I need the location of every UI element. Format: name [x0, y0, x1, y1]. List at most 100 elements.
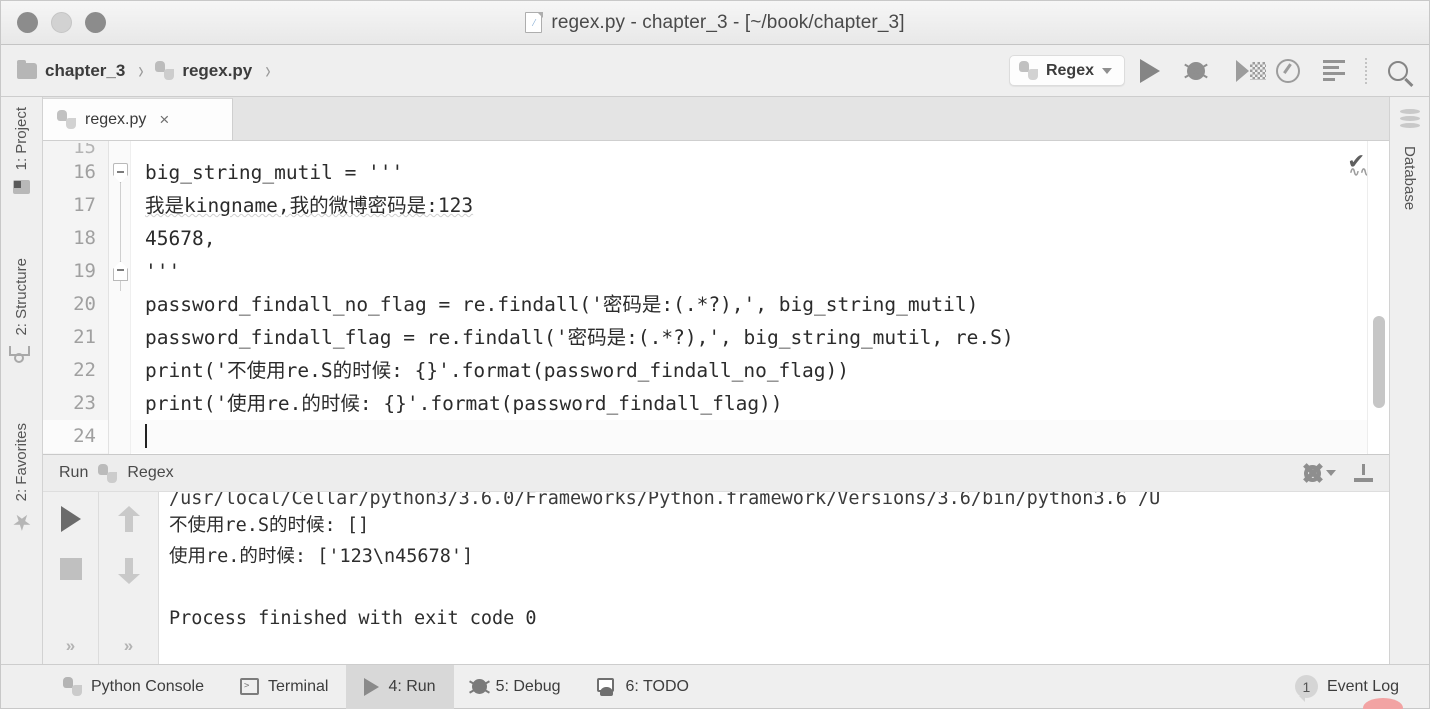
line-number: 24	[43, 420, 108, 453]
status-item-run[interactable]: 4: Run	[346, 664, 454, 709]
run-coverage-button[interactable]	[1221, 51, 1266, 91]
editor-scrollbar[interactable]	[1367, 141, 1389, 454]
tab-strip-filler	[233, 98, 1389, 140]
close-button[interactable]	[17, 12, 38, 33]
coverage-icon	[1235, 59, 1266, 82]
breadcrumb-separator: ›	[138, 56, 144, 84]
console-line: Process finished with exit code 0	[169, 608, 537, 629]
tab-label: regex.py	[85, 110, 147, 128]
run-panel-actions	[1304, 464, 1389, 482]
code-editor[interactable]: 15 16 17 18 19 20 21 22 23 24 big_string…	[43, 141, 1389, 454]
breadcrumb-separator-2: ›	[265, 56, 271, 84]
debug-button[interactable]	[1175, 51, 1217, 91]
search-icon	[1388, 60, 1408, 81]
play-icon	[1140, 58, 1160, 83]
profile-icon	[1276, 58, 1300, 83]
run-with-console-button[interactable]	[1313, 51, 1355, 91]
window-title: regex.py - chapter_3 - [~/book/chapter_3…	[551, 11, 905, 33]
expand-nav-gutter-button[interactable]: »	[124, 636, 133, 656]
run-actions-gutter: »	[43, 492, 99, 664]
breadcrumb-item-chapter_3[interactable]: chapter_3	[15, 59, 127, 83]
scroll-to-end-icon[interactable]	[1354, 464, 1373, 482]
fold-region-end-icon[interactable]	[113, 261, 128, 281]
sidebar-item-database[interactable]: Database	[1401, 136, 1418, 220]
right-tool-strip: Database	[1389, 97, 1429, 664]
code-line: 45678,	[145, 227, 216, 250]
main-body: 1: Project 2: Structure 2: Favorites ★ r…	[1, 97, 1429, 664]
status-item-label: Terminal	[267, 677, 329, 695]
star-icon: ★	[11, 510, 32, 536]
window-controls	[1, 12, 106, 33]
sidebar-item-favorites[interactable]: 2: Favorites	[13, 413, 30, 511]
chevron-down-icon	[1102, 67, 1112, 74]
status-item-label: Python Console	[91, 677, 204, 695]
database-label: Database	[1401, 146, 1418, 211]
console-line: /usr/local/Cellar/python3/3.6.0/Framewor…	[169, 492, 1161, 509]
code-folding-gutter[interactable]	[109, 141, 131, 454]
profile-button[interactable]	[1267, 51, 1309, 91]
python-icon	[98, 463, 118, 483]
code-text-area[interactable]: big_string_mutil = ''' 我是kingname,我的微博密码…	[131, 141, 1389, 454]
prev-occurrence-button[interactable]	[117, 506, 140, 558]
line-number-gutter: 15 16 17 18 19 20 21 22 23 24	[43, 141, 109, 454]
line-number: 15	[73, 143, 96, 156]
status-item-terminal[interactable]: > Terminal	[222, 665, 346, 709]
console-output[interactable]: /usr/local/Cellar/python3/3.6.0/Framewor…	[159, 492, 1389, 664]
window-title-group: / regex.py - chapter_3 - [~/book/chapter…	[1, 11, 1429, 34]
status-bar: Python Console > Terminal 4: Run 5: Debu…	[1, 664, 1429, 709]
settings-button[interactable]	[1304, 464, 1336, 482]
python-file-icon: /	[525, 11, 543, 33]
run-navigation-gutter: »	[99, 492, 159, 664]
pycharm-window: / regex.py - chapter_3 - [~/book/chapter…	[0, 0, 1430, 709]
code-line-current	[131, 420, 1389, 453]
line-number: 17	[73, 194, 96, 216]
close-icon[interactable]: ×	[159, 110, 169, 130]
status-item-event-log[interactable]: 1 Event Log	[1277, 665, 1429, 709]
sidebar-item-project[interactable]: 1: Project	[13, 97, 30, 180]
status-item-label: 5: Debug	[495, 677, 561, 695]
code-line: '''	[145, 260, 181, 283]
status-item-python-console[interactable]: Python Console	[45, 665, 222, 709]
navigation-bar: chapter_3 › regex.py › Regex	[1, 45, 1429, 97]
main-toolbar: Regex	[1008, 51, 1419, 91]
minimize-button[interactable]	[51, 12, 72, 33]
status-item-todo[interactable]: 6: TODO	[579, 665, 707, 709]
code-line: password_findall_flag = re.findall('密码是:…	[145, 326, 1014, 349]
run-panel-config-name: Regex	[127, 464, 174, 481]
python-file-icon	[155, 61, 175, 80]
zoom-button[interactable]	[85, 12, 106, 33]
console-line: 不使用re.S的时候: []	[169, 515, 370, 536]
play-icon	[364, 677, 380, 696]
status-item-label: 4: Run	[388, 677, 436, 695]
bug-icon	[1187, 61, 1205, 80]
breadcrumb-item-regex-py[interactable]: regex.py	[153, 59, 254, 83]
line-number: 19	[73, 260, 96, 282]
arrow-down-icon	[117, 558, 140, 584]
run-button[interactable]	[1129, 51, 1171, 91]
line-number: 16	[73, 161, 96, 183]
python-icon	[63, 677, 82, 696]
tab-regex-py[interactable]: regex.py ×	[43, 98, 233, 140]
expand-gutter-button[interactable]: »	[66, 636, 75, 656]
line-number: 23	[73, 392, 96, 414]
run-configuration-selector[interactable]: Regex	[1008, 55, 1125, 86]
rerun-button[interactable]	[60, 506, 81, 558]
python-file-icon	[57, 110, 76, 129]
search-button[interactable]	[1377, 51, 1419, 91]
sidebar-item-structure[interactable]: 2: Structure	[13, 248, 30, 346]
console-line: 使用re.的时候: ['123\n45678']	[169, 546, 474, 567]
left-tool-strip: 1: Project 2: Structure 2: Favorites ★	[1, 97, 43, 664]
breadcrumb-label: chapter_3	[45, 60, 126, 80]
fold-region-start-icon[interactable]	[113, 163, 128, 183]
next-occurrence-button[interactable]	[117, 558, 140, 610]
gear-icon	[1304, 464, 1321, 482]
run-configuration-label: Regex	[1045, 61, 1094, 79]
text-caret	[145, 424, 147, 448]
python-icon	[1018, 61, 1038, 80]
stop-square-icon	[59, 558, 82, 580]
status-item-debug[interactable]: 5: Debug	[454, 665, 579, 709]
scrollbar-thumb[interactable]	[1373, 316, 1385, 408]
stop-button[interactable]	[59, 558, 82, 610]
